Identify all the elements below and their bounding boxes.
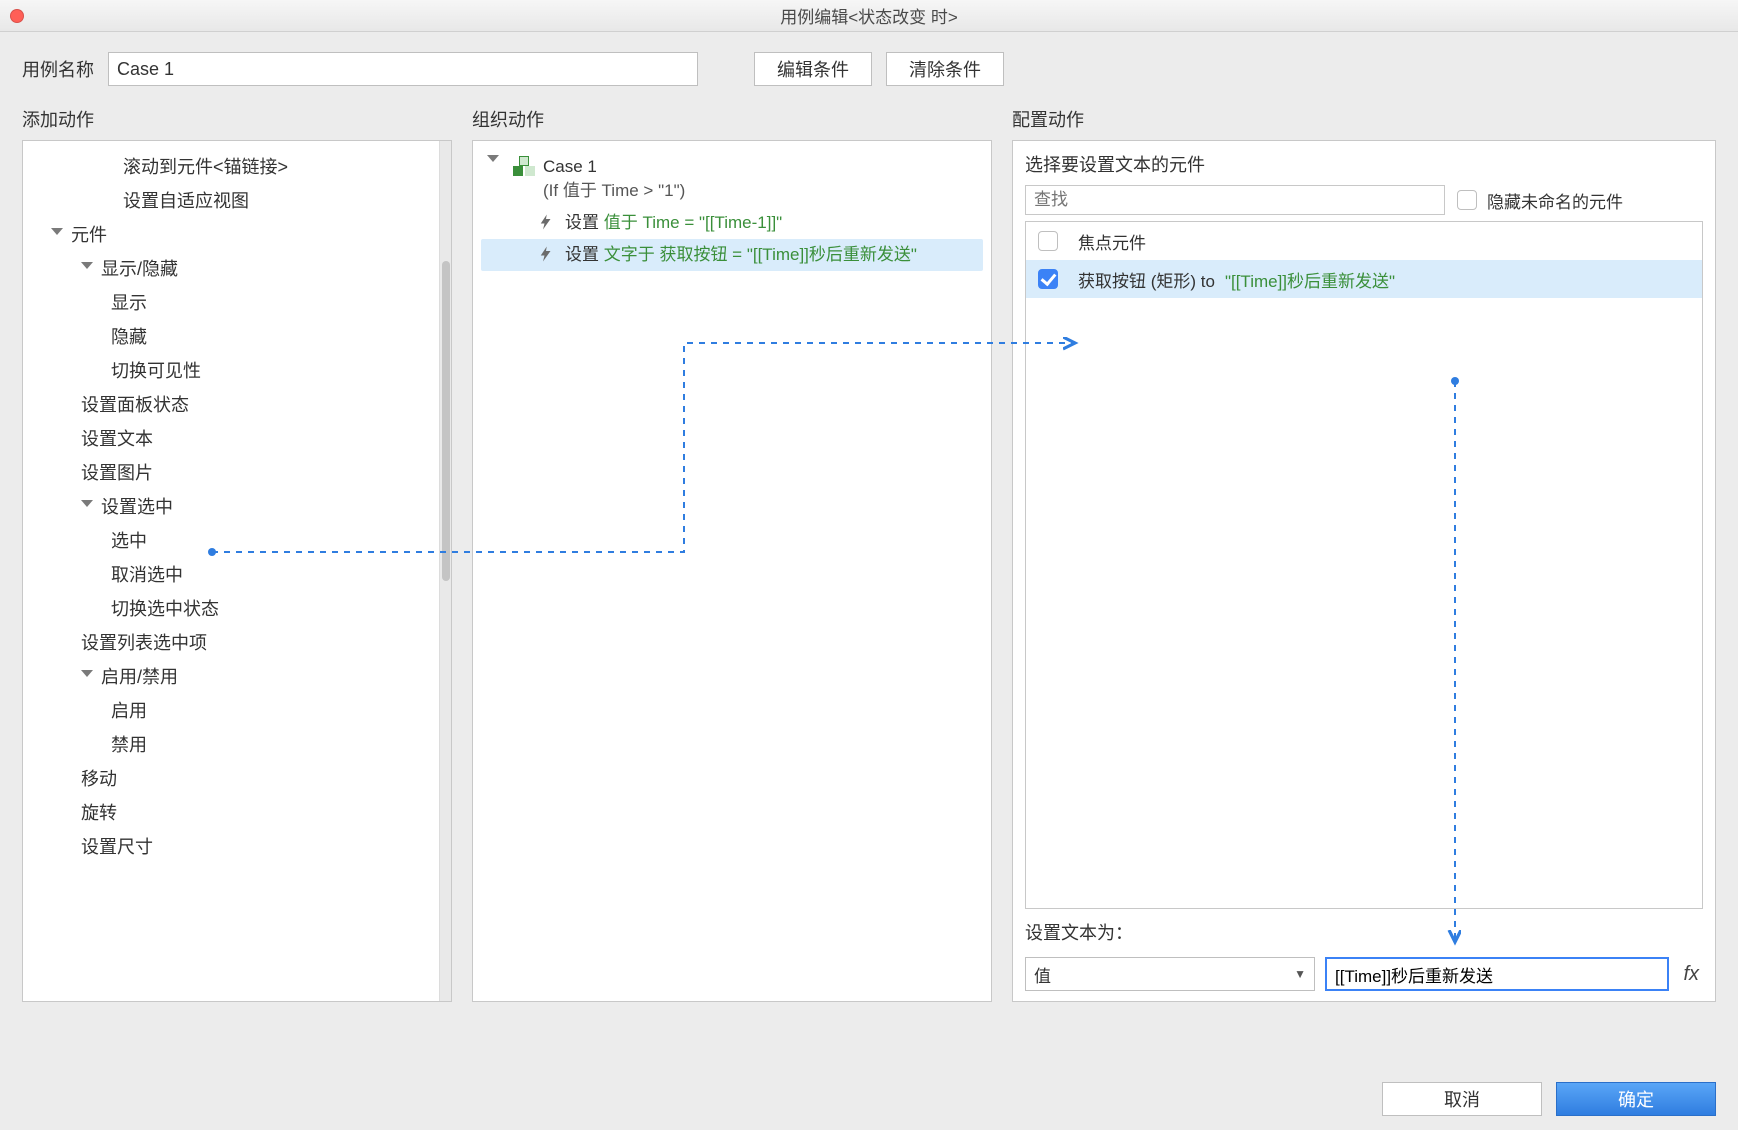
close-window-button[interactable] (10, 9, 24, 23)
tree-item-label: 设置图片 (81, 459, 153, 485)
widget-item-label: 焦点元件 (1078, 229, 1146, 254)
window-title: 用例编辑<状态改变 时> (0, 3, 1738, 28)
case-node[interactable]: Case 1 (If 值于 Time > "1") (481, 151, 983, 207)
tree-item[interactable]: 设置列表选中项 (23, 625, 439, 659)
text-value-input[interactable] (1325, 957, 1669, 991)
flow-icon (513, 158, 535, 174)
action-row[interactable]: 设置 值于 Time = "[[Time-1]]" (481, 207, 983, 239)
scrollbar[interactable] (439, 141, 451, 1001)
tree-item[interactable]: 设置选中 (23, 489, 439, 523)
chevron-down-icon[interactable] (487, 155, 499, 167)
chevron-down-icon[interactable] (81, 262, 93, 274)
tree-item[interactable]: 设置自适应视图 (23, 183, 439, 217)
tree-item-label: 滚动到元件<锚链接> (123, 153, 288, 179)
tree-item[interactable]: 滚动到元件<锚链接> (23, 149, 439, 183)
bolt-icon (537, 245, 555, 263)
tree-item-label: 禁用 (111, 731, 147, 757)
case-condition: (If 值于 Time > "1") (543, 179, 977, 203)
chevron-down-icon[interactable] (81, 500, 93, 512)
checkbox-icon[interactable] (1457, 190, 1477, 210)
tree-item[interactable]: 启用/禁用 (23, 659, 439, 693)
tree-item[interactable]: 启用 (23, 693, 439, 727)
case-name-input[interactable] (108, 52, 698, 86)
widget-list[interactable]: 焦点元件获取按钮 (矩形) to "[[Time]]秒后重新发送" (1025, 221, 1703, 909)
fx-button[interactable]: fx (1679, 963, 1703, 986)
set-text-as-label: 设置文本为： (1025, 919, 1703, 945)
tree-item-label: 隐藏 (111, 323, 147, 349)
chevron-down-icon[interactable] (81, 670, 93, 682)
tree-item[interactable]: 设置文本 (23, 421, 439, 455)
tree-item-label: 旋转 (81, 799, 117, 825)
tree-item-label: 设置文本 (81, 425, 153, 451)
tree-item-label: 设置面板状态 (81, 391, 189, 417)
ok-button[interactable]: 确定 (1556, 1082, 1716, 1116)
tree-item[interactable]: 显示/隐藏 (23, 251, 439, 285)
select-widget-label: 选择要设置文本的元件 (1025, 151, 1703, 177)
tree-item-label: 设置选中 (101, 493, 173, 519)
tree-item[interactable]: 设置面板状态 (23, 387, 439, 421)
widget-item-label: 获取按钮 (矩形) to (1078, 267, 1215, 292)
tree-item[interactable]: 旋转 (23, 795, 439, 829)
chevron-down-icon: ▼ (1294, 967, 1306, 981)
tree-item[interactable]: 切换可见性 (23, 353, 439, 387)
tree-item-label: 切换可见性 (111, 357, 201, 383)
chevron-down-icon[interactable] (51, 228, 63, 240)
action-row[interactable]: 设置 文字于 获取按钮 = "[[Time]]秒后重新发送" (481, 239, 983, 271)
tree-item-label: 元件 (71, 221, 107, 247)
tree-item[interactable]: 元件 (23, 217, 439, 251)
tree-item-label: 移动 (81, 765, 117, 791)
case-name-label: 用例名称 (22, 56, 94, 82)
tree-item[interactable]: 隐藏 (23, 319, 439, 353)
tree-item[interactable]: 设置尺寸 (23, 829, 439, 863)
cancel-button[interactable]: 取消 (1382, 1082, 1542, 1116)
tree-item[interactable]: 移动 (23, 761, 439, 795)
tree-item-label: 选中 (111, 527, 147, 553)
search-input[interactable] (1025, 185, 1445, 215)
tree-item-label: 切换选中状态 (111, 595, 219, 621)
action-text: 设置 文字于 获取按钮 = "[[Time]]秒后重新发送" (565, 243, 977, 267)
tree-item-label: 设置自适应视图 (123, 187, 249, 213)
add-action-panel: 滚动到元件<锚链接> 设置自适应视图元件显示/隐藏显示隐藏切换可见性设置面板状态设… (22, 140, 452, 1002)
action-tree[interactable]: 滚动到元件<锚链接> 设置自适应视图元件显示/隐藏显示隐藏切换可见性设置面板状态设… (23, 141, 439, 1001)
tree-item-label: 显示/隐藏 (101, 255, 178, 281)
widget-list-item[interactable]: 获取按钮 (矩形) to "[[Time]]秒后重新发送" (1026, 260, 1702, 298)
scrollbar-thumb[interactable] (442, 261, 450, 581)
combo-value: 值 (1034, 962, 1051, 987)
tree-item[interactable]: 选中 (23, 523, 439, 557)
tree-item[interactable]: 取消选中 (23, 557, 439, 591)
tree-item[interactable]: 禁用 (23, 727, 439, 761)
organize-action-heading: 组织动作 (472, 106, 992, 132)
action-text: 设置 值于 Time = "[[Time-1]]" (565, 211, 977, 235)
configure-action-heading: 配置动作 (1012, 106, 1716, 132)
clear-condition-button[interactable]: 清除条件 (886, 52, 1004, 86)
tree-item-label: 取消选中 (111, 561, 183, 587)
organize-action-panel: Case 1 (If 值于 Time > "1") 设置 值于 Time = "… (472, 140, 992, 1002)
titlebar: 用例编辑<状态改变 时> (0, 0, 1738, 32)
checkbox-icon[interactable] (1038, 231, 1058, 251)
bolt-icon (537, 213, 555, 231)
text-type-combo[interactable]: 值 ▼ (1025, 957, 1315, 991)
hide-unnamed-toggle[interactable]: 隐藏未命名的元件 (1457, 188, 1623, 213)
tree-item-label: 设置尺寸 (81, 833, 153, 859)
checkbox-icon[interactable] (1038, 269, 1058, 289)
configure-action-panel: 选择要设置文本的元件 隐藏未命名的元件 焦点元件获取按钮 (矩形) to "[[… (1012, 140, 1716, 1002)
tree-item-label: 启用/禁用 (101, 663, 178, 689)
hide-unnamed-label: 隐藏未命名的元件 (1487, 188, 1623, 213)
widget-item-value: "[[Time]]秒后重新发送" (1225, 267, 1395, 292)
top-row: 用例名称 编辑条件 清除条件 (0, 32, 1738, 96)
edit-condition-button[interactable]: 编辑条件 (754, 52, 872, 86)
add-action-heading: 添加动作 (22, 106, 452, 132)
widget-list-item[interactable]: 焦点元件 (1026, 222, 1702, 260)
tree-item-label: 设置列表选中项 (81, 629, 207, 655)
tree-item-label: 启用 (111, 697, 147, 723)
case-label: Case 1 (543, 155, 977, 179)
tree-item[interactable]: 切换选中状态 (23, 591, 439, 625)
tree-item[interactable]: 设置图片 (23, 455, 439, 489)
tree-item-label: 显示 (111, 289, 147, 315)
tree-item[interactable]: 显示 (23, 285, 439, 319)
